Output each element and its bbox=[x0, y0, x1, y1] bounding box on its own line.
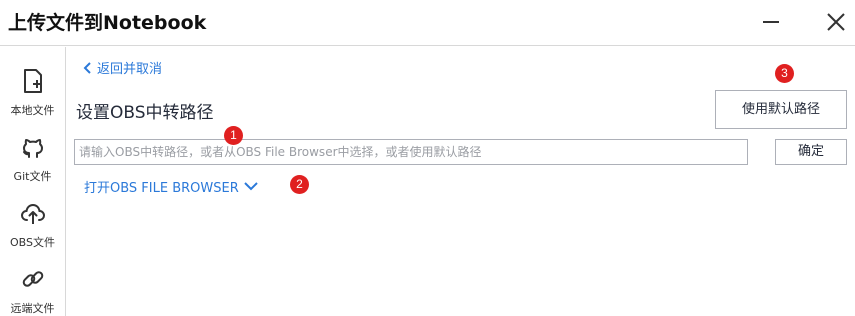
close-icon bbox=[827, 13, 845, 31]
annotation-marker-2: 2 bbox=[290, 175, 309, 194]
local-file-icon bbox=[24, 69, 42, 93]
sidebar-item-local-file[interactable]: 本地文件 bbox=[0, 61, 65, 123]
back-and-cancel-link[interactable]: 返回并取消 bbox=[83, 58, 162, 77]
link-icon bbox=[22, 271, 44, 287]
annotation-marker-1: 1 bbox=[224, 126, 243, 145]
title-bar: 上传文件到Notebook bbox=[0, 0, 855, 46]
chevron-left-icon bbox=[83, 62, 91, 74]
close-button[interactable] bbox=[822, 8, 850, 36]
sidebar-item-label: 远端文件 bbox=[10, 302, 55, 315]
open-obs-file-browser-link[interactable]: 打开OBS FILE BROWSER bbox=[84, 177, 259, 196]
chevron-down-icon bbox=[244, 182, 258, 191]
sidebar: 本地文件 Git文件 OBS文件 远端文件 bbox=[0, 47, 66, 316]
confirm-button[interactable]: 确定 bbox=[775, 139, 847, 165]
sidebar-item-remote-file[interactable]: 远端文件 bbox=[0, 259, 65, 316]
cloud-upload-icon bbox=[20, 203, 46, 224]
annotation-marker-3: 3 bbox=[775, 64, 794, 83]
sidebar-item-label: OBS文件 bbox=[10, 236, 55, 249]
back-link-label: 返回并取消 bbox=[97, 62, 163, 77]
sidebar-item-label: Git文件 bbox=[13, 170, 52, 183]
sidebar-item-label: 本地文件 bbox=[10, 104, 55, 117]
section-title: 设置OBS中转路径 bbox=[76, 103, 214, 123]
minimize-icon bbox=[763, 21, 779, 23]
minimize-button[interactable] bbox=[757, 8, 785, 36]
sidebar-item-obs-file[interactable]: OBS文件 bbox=[0, 193, 65, 255]
window-title: 上传文件到Notebook bbox=[8, 12, 207, 34]
use-default-path-button[interactable]: 使用默认路径 bbox=[715, 90, 847, 129]
github-icon bbox=[23, 139, 43, 158]
obs-path-input[interactable] bbox=[74, 139, 748, 165]
open-browser-label: 打开OBS FILE BROWSER bbox=[84, 181, 239, 196]
sidebar-item-git-file[interactable]: Git文件 bbox=[0, 127, 65, 189]
